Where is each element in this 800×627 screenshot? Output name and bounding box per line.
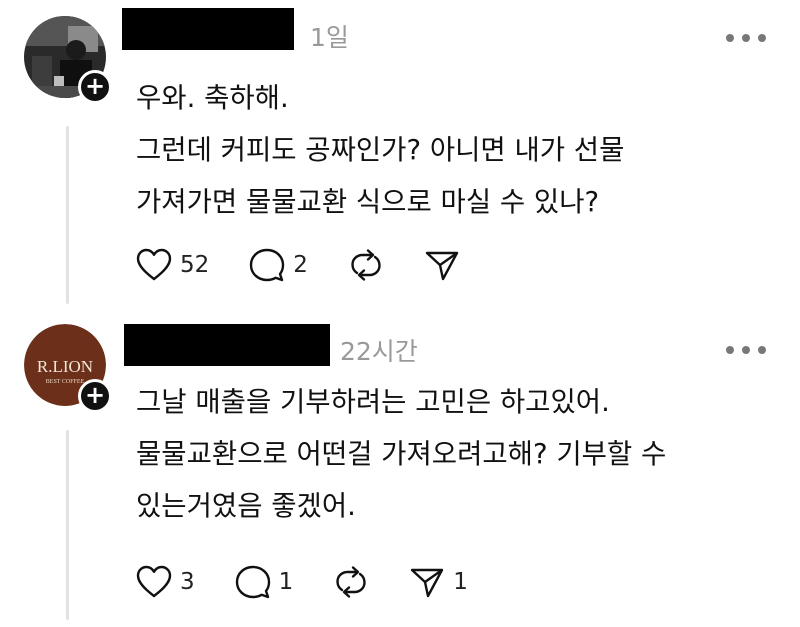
- post-text-line: 있는거였음 좋겠어.: [136, 490, 356, 522]
- reply-button[interactable]: 1: [235, 564, 294, 600]
- repost-button[interactable]: [333, 564, 369, 600]
- action-bar: 3 1 1: [136, 562, 508, 602]
- timestamp: 1일: [310, 23, 349, 52]
- timestamp: 22시간: [340, 337, 418, 366]
- reply-button[interactable]: 2: [249, 247, 308, 283]
- post-text-line: 가져가면 물물교환 식으로 마실 수 있나?: [136, 186, 600, 218]
- post-text: 그날 매출을 기부하려는 고민은 하고있어. 물물교환으로 어떤걸 가져오려고해…: [136, 376, 776, 532]
- username-redacted: [122, 8, 294, 50]
- heart-icon: [136, 565, 172, 598]
- reply-count: 1: [278, 569, 294, 595]
- like-button[interactable]: 3: [136, 565, 195, 599]
- post-text-line: 그런데 커피도 공짜인가? 아니면 내가 선물: [136, 134, 625, 166]
- action-bar: 52 2: [136, 245, 500, 285]
- post-item: + 1일 우와. 축하해. 그런데 커피도 공짜인가? 아니면 내가 선물 가져…: [0, 0, 800, 312]
- post-text-line: 물물교환으로 어떤걸 가져오려고해? 기부할 수: [136, 438, 667, 470]
- follow-button[interactable]: +: [78, 379, 112, 413]
- heart-icon: [136, 248, 172, 281]
- share-button[interactable]: [424, 247, 460, 283]
- repost-button[interactable]: [348, 247, 384, 283]
- like-count: 52: [180, 252, 210, 278]
- plus-icon: +: [84, 72, 106, 100]
- plus-icon: +: [84, 381, 106, 409]
- more-horizontal-icon: [726, 34, 734, 42]
- speech-bubble-icon: [250, 248, 285, 282]
- username-redacted: [124, 324, 330, 366]
- post-text-line: 우와. 축하해.: [136, 82, 289, 114]
- more-options-button[interactable]: [726, 342, 766, 358]
- thread-line: [66, 430, 69, 620]
- avatar-logo-subtext: BEST COFFEE: [46, 379, 85, 385]
- like-count: 3: [180, 569, 195, 595]
- post-item: R.LION BEST COFFEE + 22시간 그날 매출을 기부하려는 고…: [0, 312, 800, 627]
- reply-count: 2: [293, 252, 308, 278]
- paper-plane-icon: [411, 568, 444, 598]
- repost-arrows-icon: [336, 566, 366, 598]
- repost-arrows-icon: [351, 249, 381, 281]
- avatar-logo-text: R.LION: [37, 357, 93, 376]
- like-button[interactable]: 52: [136, 248, 209, 282]
- share-button[interactable]: 1: [409, 564, 468, 600]
- more-options-button[interactable]: [726, 30, 766, 46]
- speech-bubble-icon: [235, 565, 270, 599]
- paper-plane-icon: [425, 251, 459, 281]
- share-count: 1: [453, 569, 468, 595]
- more-horizontal-icon: [726, 346, 734, 354]
- follow-button[interactable]: +: [78, 70, 112, 104]
- post-text-line: 그날 매출을 기부하려는 고민은 하고있어.: [136, 386, 610, 418]
- post-text: 우와. 축하해. 그런데 커피도 공짜인가? 아니면 내가 선물 가져가면 물물…: [136, 72, 776, 228]
- thread-line: [66, 126, 69, 304]
